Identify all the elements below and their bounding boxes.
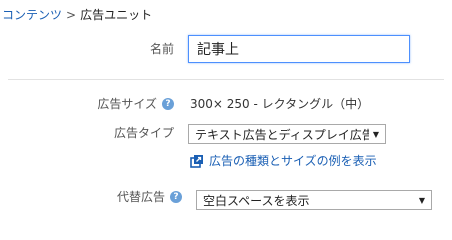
ad-type-select[interactable]: テキスト広告とディスプレイ広告 ▼ <box>188 124 386 144</box>
breadcrumb-current: 広告ユニット <box>80 8 153 22</box>
alternate-ads-selected-value: 空白スペースを表示 <box>203 193 310 208</box>
breadcrumb: コンテンツ > 広告ユニット <box>2 6 152 24</box>
ad-size-value: 300× 250 - レクタングル（中） <box>190 97 370 111</box>
ad-examples-link[interactable]: 広告の種類とサイズの例を表示 <box>190 153 377 169</box>
caret-down-icon: ▼ <box>418 195 425 205</box>
help-icon[interactable]: ? <box>162 98 174 110</box>
ad-examples-link-text: 広告の種類とサイズの例を表示 <box>209 154 377 168</box>
name-label: 名前 <box>149 42 174 56</box>
alternate-ads-select[interactable]: 空白スペースを表示 ▼ <box>196 190 432 210</box>
ad-type-label: 広告タイプ <box>113 126 174 140</box>
divider <box>8 79 444 80</box>
alternate-ads-label-group: 代替広告 ? <box>117 189 182 205</box>
external-link-icon <box>190 155 203 168</box>
ad-size-label-group: 広告サイズ ? <box>97 96 174 112</box>
breadcrumb-separator: > <box>66 8 77 22</box>
ad-type-selected-value: テキスト広告とディスプレイ広告 <box>195 127 369 142</box>
alternate-ads-label: 代替広告 <box>116 190 165 204</box>
caret-down-icon: ▼ <box>372 129 379 139</box>
breadcrumb-link-contents[interactable]: コンテンツ <box>2 8 62 22</box>
ad-type-label-group: 広告タイプ <box>114 125 174 141</box>
help-icon[interactable]: ? <box>170 191 182 203</box>
name-input[interactable] <box>188 35 410 63</box>
ad-size-label: 広告サイズ <box>97 97 157 111</box>
